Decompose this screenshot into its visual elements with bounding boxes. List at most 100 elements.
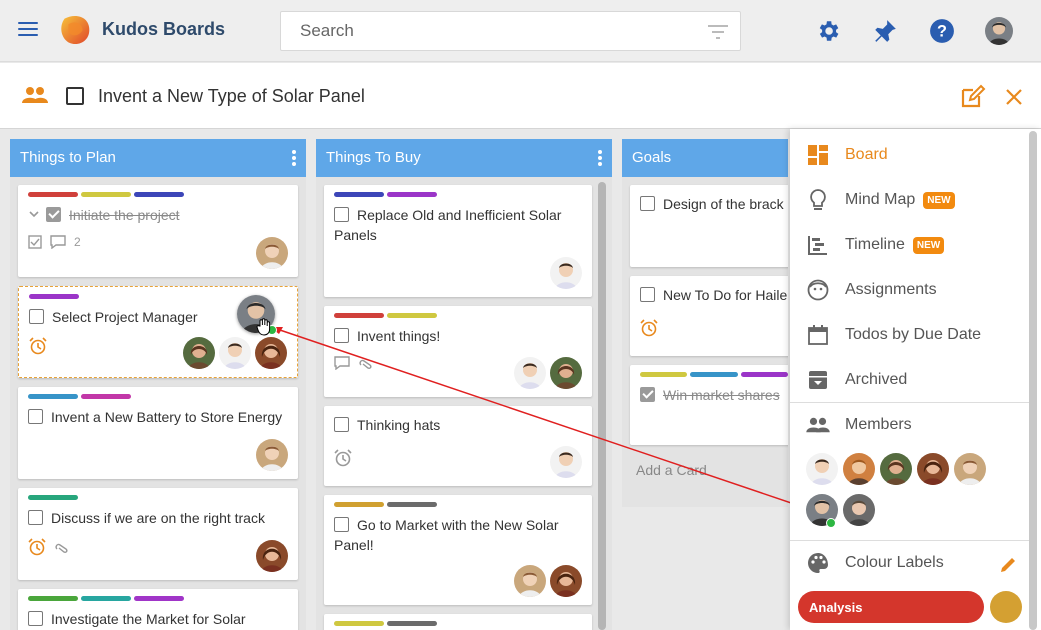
member-avatar[interactable] — [843, 494, 875, 526]
pin-icon[interactable] — [872, 18, 898, 44]
archive-icon — [806, 368, 830, 392]
avatar[interactable] — [514, 565, 546, 597]
avatar[interactable] — [256, 540, 288, 572]
member-avatar[interactable] — [917, 453, 949, 485]
filter-icon[interactable] — [708, 25, 728, 39]
view-board[interactable]: Board — [790, 135, 1030, 175]
column-body: Design of the brack New To Do for Haile … — [622, 177, 788, 507]
column-body: Initiate the project 2 Select Project Ma… — [10, 177, 306, 630]
view-timeline[interactable]: Timeline NEW — [790, 225, 1030, 265]
column-title: Things To Buy — [326, 149, 421, 166]
board-checkbox[interactable] — [66, 87, 84, 105]
calendar-icon — [806, 323, 830, 347]
top-bar: Kudos Boards ? — [0, 0, 1041, 62]
avatar[interactable] — [219, 337, 251, 369]
add-card-button[interactable]: Add a Card — [630, 454, 784, 486]
card-title: Discuss if we are on the right track — [28, 508, 288, 528]
card-investigate-market[interactable]: Investigate the Market for Solar — [18, 589, 298, 630]
card-initiate-project[interactable]: Initiate the project 2 — [18, 185, 298, 277]
card-checkbox[interactable] — [640, 196, 655, 211]
board-header: Invent a New Type of Solar Panel — [0, 63, 1041, 129]
column-header[interactable]: Things To Buy — [316, 139, 612, 177]
avatar[interactable] — [256, 439, 288, 471]
card-title: Investigate the Market for Solar — [28, 609, 288, 629]
card-labels — [334, 313, 582, 318]
card-title: Design of the brack — [640, 194, 788, 214]
card-assignees — [550, 257, 582, 289]
column-title: Things to Plan — [20, 149, 116, 166]
column-things-to-buy: Things To Buy Replace Old and Inefficien… — [316, 139, 612, 630]
avatar[interactable] — [255, 337, 287, 369]
new-badge: NEW — [923, 191, 955, 209]
view-mind-map[interactable]: Mind Map NEW — [790, 180, 1030, 220]
card-assignees — [550, 446, 582, 478]
card-replace-panels[interactable]: Replace Old and Inefficient Solar Panels — [324, 185, 592, 297]
close-icon[interactable] — [1005, 88, 1023, 106]
view-assignments[interactable]: Assignments — [790, 270, 1030, 310]
hamburger-menu-icon[interactable] — [18, 22, 38, 40]
card-invent-battery[interactable]: Invent a New Battery to Store Energy — [18, 387, 298, 479]
gear-icon[interactable] — [815, 18, 841, 44]
people-icon[interactable] — [22, 85, 48, 105]
svg-text:?: ? — [937, 22, 947, 40]
card-partial[interactable] — [324, 614, 592, 630]
search-box[interactable] — [280, 11, 741, 51]
card-discuss-track[interactable]: Discuss if we are on the right track — [18, 488, 298, 580]
card-title: Initiate the project — [28, 205, 288, 225]
view-archived[interactable]: Archived — [790, 360, 1030, 400]
colour-labels-header: Colour Labels — [790, 543, 1030, 583]
view-todos-by-due-date[interactable]: Todos by Due Date — [790, 315, 1030, 355]
colour-swatch[interactable] — [990, 591, 1022, 623]
column-goals: Goals Design of the brack New To Do for … — [622, 139, 788, 507]
more-vert-icon[interactable] — [292, 150, 296, 166]
grab-cursor-icon — [256, 318, 271, 336]
card-checkbox[interactable] — [334, 328, 349, 343]
panel-scrollbar[interactable] — [1029, 131, 1037, 630]
avatar[interactable] — [550, 565, 582, 597]
more-vert-icon[interactable] — [598, 150, 602, 166]
card-thinking-hats[interactable]: Thinking hats — [324, 406, 592, 486]
card-checkbox[interactable] — [46, 207, 61, 222]
pencil-icon[interactable] — [1000, 556, 1017, 573]
chevron-down-icon[interactable] — [28, 208, 40, 220]
column-header[interactable]: Goals — [622, 139, 788, 177]
column-header[interactable]: Things to Plan — [10, 139, 306, 177]
card-checkbox[interactable] — [28, 611, 43, 626]
member-avatar[interactable] — [843, 453, 875, 485]
card-checkbox[interactable] — [640, 387, 655, 402]
member-avatar[interactable] — [954, 453, 986, 485]
card-invent-things[interactable]: Invent things! — [324, 306, 592, 397]
colour-label-analysis[interactable]: Analysis — [798, 591, 984, 623]
members-header: Members — [790, 405, 1030, 445]
avatar[interactable] — [550, 357, 582, 389]
card-checkbox[interactable] — [640, 287, 655, 302]
search-input[interactable] — [281, 12, 681, 50]
card-checkbox[interactable] — [334, 417, 349, 432]
card-win-market[interactable]: Win market shares — [630, 365, 788, 445]
alarm-icon — [640, 319, 658, 337]
column-scrollbar[interactable] — [598, 182, 606, 630]
user-avatar[interactable] — [985, 17, 1013, 45]
edit-icon[interactable] — [960, 84, 986, 108]
card-assignees — [183, 337, 287, 369]
card-go-to-market[interactable]: Go to Market with the New Solar Panel! — [324, 495, 592, 605]
card-checkbox[interactable] — [28, 409, 43, 424]
card-checkbox[interactable] — [29, 309, 44, 324]
help-icon[interactable]: ? — [929, 18, 955, 44]
app-title: Kudos Boards — [102, 19, 226, 39]
card-checkbox[interactable] — [334, 517, 349, 532]
avatar[interactable] — [550, 257, 582, 289]
member-avatar[interactable] — [880, 453, 912, 485]
avatar[interactable] — [514, 357, 546, 389]
avatar[interactable] — [256, 237, 288, 269]
card-design-bracket[interactable]: Design of the brack — [630, 185, 788, 267]
avatar[interactable] — [183, 337, 215, 369]
avatar[interactable] — [550, 446, 582, 478]
card-new-todo[interactable]: New To Do for Haile — [630, 276, 788, 356]
people-icon — [806, 413, 830, 437]
member-avatar[interactable] — [806, 453, 838, 485]
comment-icon — [334, 356, 350, 370]
card-checkbox[interactable] — [28, 510, 43, 525]
card-checkbox[interactable] — [334, 207, 349, 222]
card-meta — [28, 538, 288, 556]
